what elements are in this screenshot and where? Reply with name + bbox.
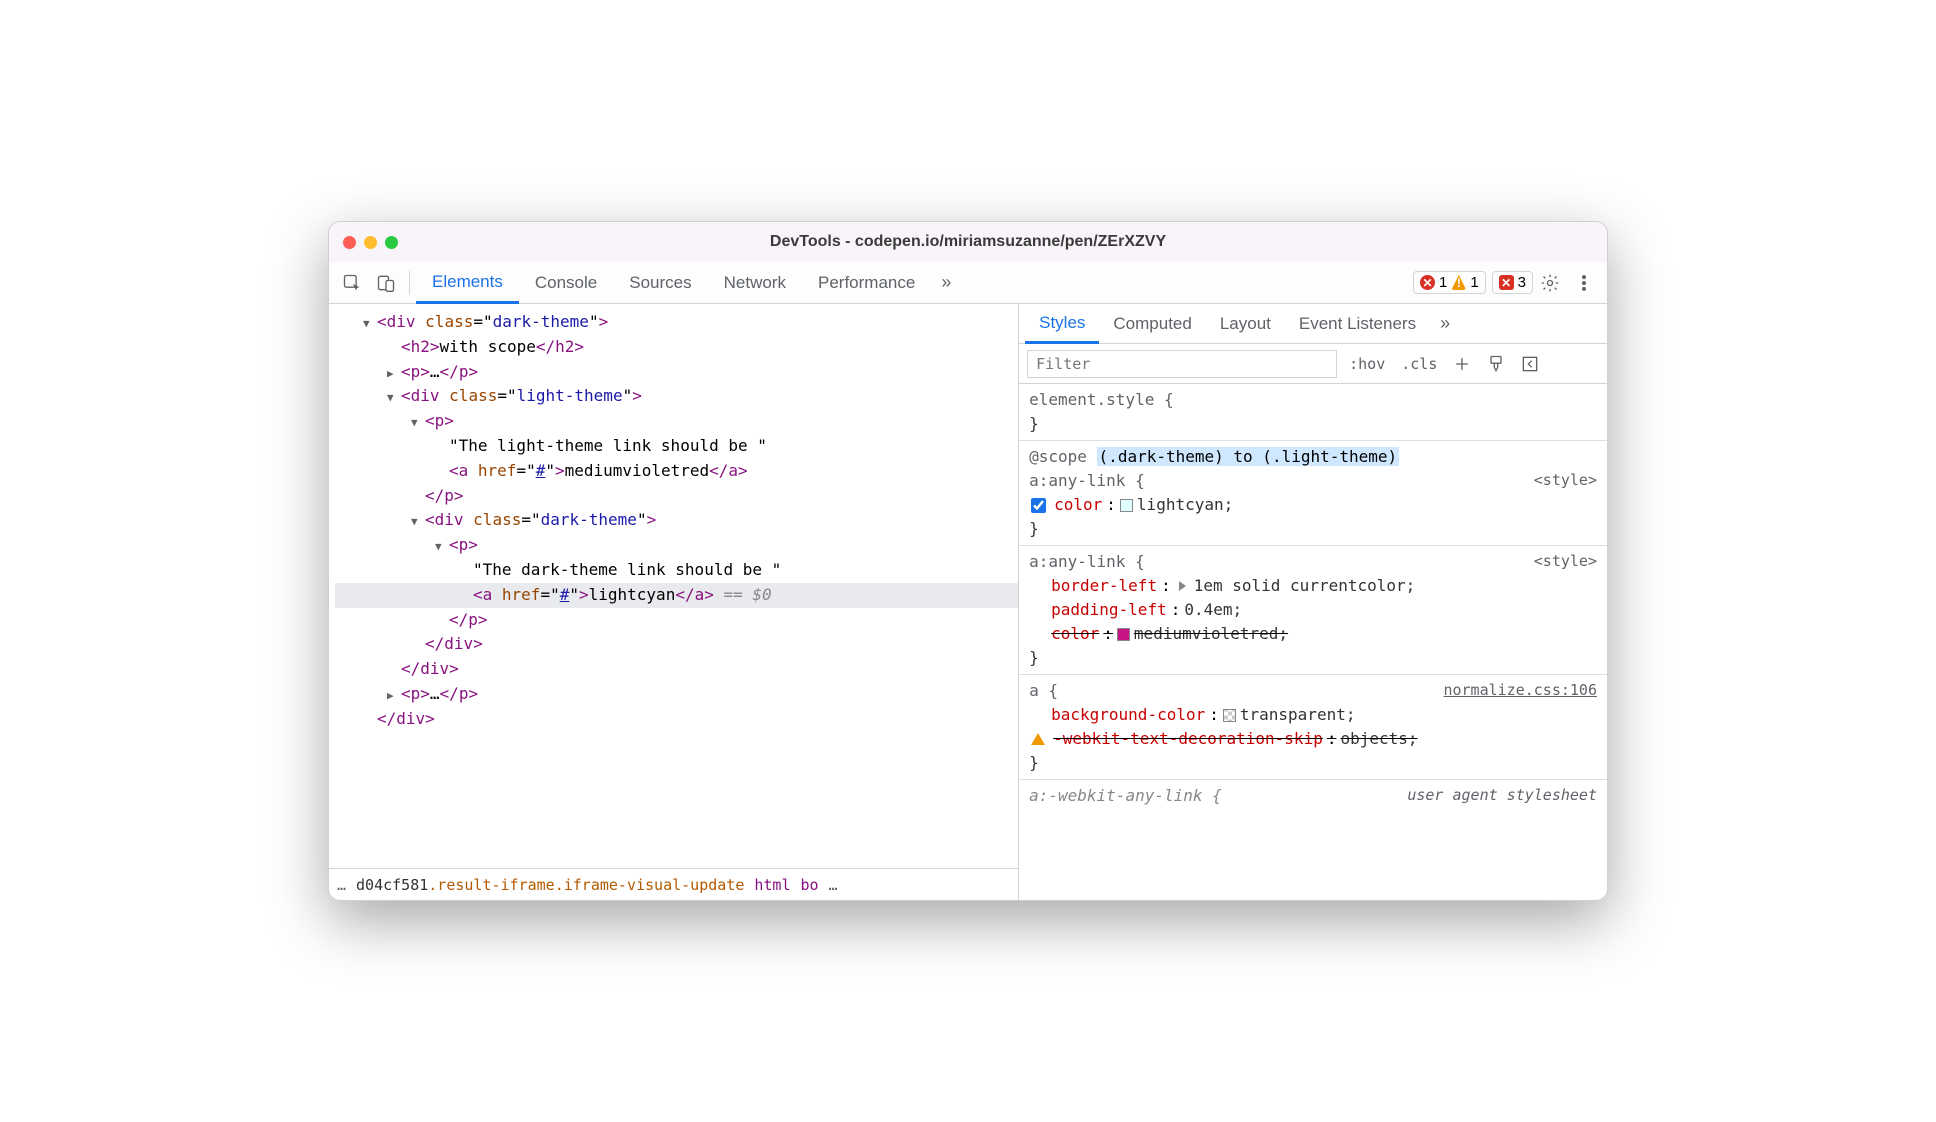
warning-count: 1 (1470, 274, 1478, 291)
styles-rules[interactable]: element.style { } @scope (.dark-theme) t… (1019, 384, 1607, 900)
breadcrumb-html[interactable]: html (754, 876, 790, 894)
subtab-styles[interactable]: Styles (1025, 305, 1099, 344)
close-window-button[interactable] (343, 236, 356, 249)
more-subtabs-icon[interactable]: » (1430, 313, 1460, 334)
color-swatch[interactable] (1120, 499, 1133, 512)
css-property[interactable]: color: lightcyan; (1029, 493, 1597, 517)
error-count: 1 (1439, 274, 1447, 291)
status-badges: ✕ 1 ! 1 ✕ 3 (1413, 271, 1533, 294)
styles-filter-input[interactable] (1027, 350, 1337, 378)
dom-node[interactable]: <a href="#">mediumvioletred</a> (335, 459, 1018, 484)
maximize-window-button[interactable] (385, 236, 398, 249)
breadcrumb-suffix: … (829, 876, 838, 894)
scope-condition: (.dark-theme) to (.light-theme) (1097, 447, 1400, 466)
tab-performance[interactable]: Performance (802, 262, 931, 303)
tab-elements[interactable]: Elements (416, 263, 519, 304)
main-toolbar: Elements Console Sources Network Perform… (329, 262, 1607, 304)
expand-arrow-icon[interactable] (387, 682, 401, 707)
minimize-window-button[interactable] (364, 236, 377, 249)
traffic-lights (343, 236, 398, 249)
dom-node[interactable]: <p>…</p> (335, 360, 1018, 385)
source-link[interactable]: normalize.css:106 (1443, 679, 1597, 702)
property-toggle-checkbox[interactable] (1031, 498, 1046, 513)
dom-tree[interactable]: <div class="dark-theme"><h2>with scope</… (329, 304, 1018, 868)
dom-node[interactable]: <p> (335, 533, 1018, 558)
warning-icon (1031, 733, 1045, 745)
expand-arrow-icon[interactable] (387, 384, 401, 409)
dom-node[interactable]: <p> (335, 409, 1018, 434)
dom-node[interactable]: "The dark-theme link should be " (335, 558, 1018, 583)
dom-node[interactable]: <div class="dark-theme"> (335, 310, 1018, 335)
panel-tabs: Elements Console Sources Network Perform… (416, 262, 961, 303)
new-style-rule-icon[interactable] (1449, 351, 1475, 377)
error-icon: ✕ (1420, 275, 1435, 290)
subtab-layout[interactable]: Layout (1206, 304, 1285, 343)
dom-node[interactable]: <a href="#">lightcyan</a> == $0 (335, 583, 1018, 608)
subtab-computed[interactable]: Computed (1099, 304, 1205, 343)
more-tabs-icon[interactable]: » (931, 272, 961, 293)
expand-arrow-icon[interactable] (435, 533, 449, 558)
tab-network[interactable]: Network (708, 262, 802, 303)
dom-node[interactable]: "The light-theme link should be " (335, 434, 1018, 459)
a-rule[interactable]: a { normalize.css:106 background-color: … (1019, 675, 1607, 780)
breadcrumb-ellipsis: … (337, 876, 346, 894)
issues-badge[interactable]: ✕ 3 (1492, 271, 1533, 294)
dom-node[interactable]: </div> (335, 632, 1018, 657)
css-property-invalid[interactable]: -webkit-text-decoration-skip: objects; (1029, 727, 1597, 751)
device-toggle-icon[interactable] (369, 266, 403, 300)
color-swatch[interactable] (1223, 709, 1236, 722)
kebab-menu-icon[interactable] (1567, 266, 1601, 300)
settings-gear-icon[interactable] (1533, 266, 1567, 300)
tab-console[interactable]: Console (519, 262, 613, 303)
expand-arrow-icon[interactable] (387, 360, 401, 385)
color-swatch[interactable] (1117, 628, 1130, 641)
inspect-element-icon[interactable] (335, 266, 369, 300)
breadcrumb-iframe[interactable]: d04cf581.result-iframe.iframe-visual-upd… (356, 876, 744, 894)
expand-arrow-icon[interactable] (363, 310, 377, 335)
devtools-window: DevTools - codepen.io/miriamsuzanne/pen/… (328, 221, 1608, 901)
breadcrumb-body[interactable]: bo (800, 876, 818, 894)
dom-node[interactable]: <h2>with scope</h2> (335, 335, 1018, 360)
source-link[interactable]: <style> (1534, 550, 1597, 573)
split-panes: <div class="dark-theme"><h2>with scope</… (329, 304, 1607, 900)
titlebar: DevTools - codepen.io/miriamsuzanne/pen/… (329, 222, 1607, 262)
tab-sources[interactable]: Sources (613, 262, 707, 303)
window-title: DevTools - codepen.io/miriamsuzanne/pen/… (770, 233, 1166, 251)
styles-pane: Styles Computed Layout Event Listeners »… (1019, 304, 1607, 900)
dom-node[interactable]: <div class="dark-theme"> (335, 508, 1018, 533)
element-style-rule[interactable]: element.style { } (1019, 384, 1607, 441)
computed-panel-toggle-icon[interactable] (1517, 351, 1543, 377)
user-agent-rule[interactable]: a:-webkit-any-link { user agent styleshe… (1019, 780, 1607, 812)
any-link-rule[interactable]: a:any-link { <style> border-left:1em sol… (1019, 546, 1607, 675)
source-label: user agent stylesheet (1407, 784, 1597, 807)
dom-node[interactable]: </div> (335, 657, 1018, 682)
warning-icon: ! (1451, 275, 1466, 290)
css-property[interactable]: background-color: transparent; (1029, 703, 1597, 727)
dom-node[interactable]: </p> (335, 608, 1018, 633)
css-property-overridden[interactable]: color: mediumvioletred; (1029, 622, 1597, 646)
dom-node[interactable]: </p> (335, 484, 1018, 509)
error-warning-badge[interactable]: ✕ 1 ! 1 (1413, 271, 1486, 294)
breadcrumb-trail[interactable]: … d04cf581.result-iframe.iframe-visual-u… (329, 868, 1018, 900)
subtab-event-listeners[interactable]: Event Listeners (1285, 304, 1430, 343)
issues-count: 3 (1518, 274, 1526, 291)
source-link[interactable]: <style> (1534, 469, 1597, 492)
css-property[interactable]: padding-left: 0.4em; (1029, 598, 1597, 622)
expand-arrow-icon[interactable] (411, 409, 425, 434)
toolbar-divider (409, 271, 410, 295)
hov-toggle[interactable]: :hov (1345, 355, 1389, 373)
paint-brush-icon[interactable] (1483, 351, 1509, 377)
dom-node[interactable]: <div class="light-theme"> (335, 384, 1018, 409)
expand-arrow-icon[interactable] (411, 508, 425, 533)
styles-toolbar: :hov .cls (1019, 344, 1607, 384)
dom-node[interactable]: </div> (335, 707, 1018, 732)
issues-icon: ✕ (1499, 275, 1514, 290)
scope-rule[interactable]: @scope (.dark-theme) to (.light-theme) a… (1019, 441, 1607, 546)
expand-shorthand-icon[interactable] (1179, 581, 1186, 591)
styles-subtabs: Styles Computed Layout Event Listeners » (1019, 304, 1607, 344)
elements-pane: <div class="dark-theme"><h2>with scope</… (329, 304, 1019, 900)
css-property[interactable]: border-left:1em solid currentcolor; (1029, 574, 1597, 598)
cls-toggle[interactable]: .cls (1397, 355, 1441, 373)
dom-node[interactable]: <p>…</p> (335, 682, 1018, 707)
